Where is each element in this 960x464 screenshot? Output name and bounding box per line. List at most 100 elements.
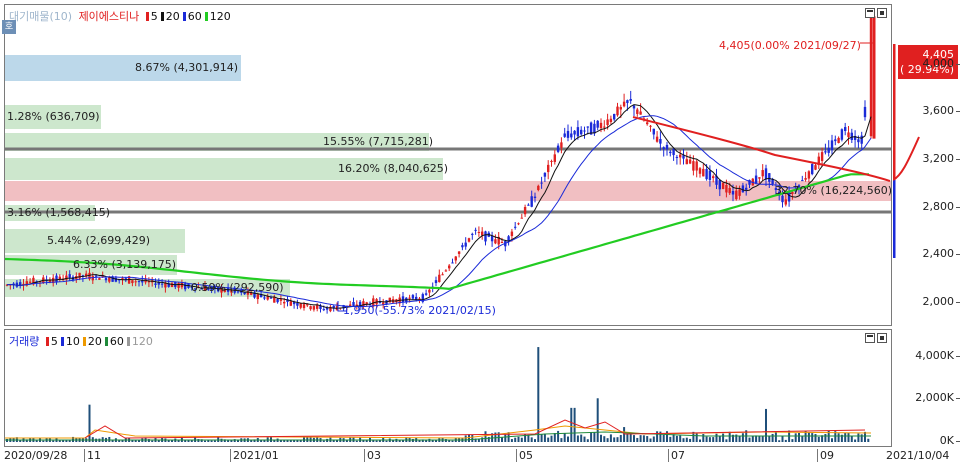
- close-icon[interactable]: [877, 333, 887, 343]
- volume-bar: [65, 440, 68, 442]
- volume-bar: [530, 437, 533, 442]
- volume-bar: [527, 434, 530, 442]
- candle-body: [636, 109, 639, 114]
- maximize-icon[interactable]: [865, 333, 875, 343]
- ma-label-20: 20: [165, 10, 180, 23]
- stock-name: 제이에스티나: [78, 10, 140, 23]
- volume-bar: [411, 439, 414, 442]
- candle-body: [712, 176, 715, 179]
- volume-bar: [603, 436, 606, 442]
- volume-bar: [481, 437, 484, 442]
- candle-body: [68, 274, 71, 278]
- candle-body: [302, 304, 306, 309]
- candle-body: [481, 231, 484, 236]
- candle-body: [857, 139, 860, 143]
- date-tick: 2021/01: [230, 449, 279, 462]
- price-axis-markers: [893, 44, 920, 258]
- volume-bar: [712, 437, 715, 442]
- candle-body: [556, 145, 560, 152]
- volume-legend: 거래량 5 10 20 60 120: [9, 333, 159, 349]
- candle-body: [566, 130, 570, 138]
- volume-bar: [768, 435, 771, 442]
- volume-bar: [646, 436, 649, 442]
- candle-body: [659, 139, 662, 144]
- candle-body: [735, 190, 738, 200]
- candle-body: [520, 217, 523, 219]
- volume-bar: [553, 433, 556, 442]
- volume-bar: [791, 439, 794, 442]
- volume-bar: [517, 436, 520, 442]
- candle-body: [510, 231, 514, 237]
- candle-body: [807, 171, 811, 179]
- price-axis: 4,405 ( 29.94%) 4,000 3,600 3,200 2,800 2,40…: [893, 4, 960, 326]
- candle-body: [850, 132, 853, 140]
- candle-body: [626, 100, 629, 104]
- volume-bar: [741, 433, 744, 442]
- maximize-icon[interactable]: [865, 8, 875, 18]
- volume-bar: [547, 437, 550, 442]
- volume-bar: [501, 437, 503, 442]
- candle-body: [322, 309, 325, 311]
- candle-body: [619, 107, 622, 110]
- candle-body: [570, 133, 573, 138]
- volume-bar: [217, 436, 220, 442]
- volume-bar: [504, 434, 507, 442]
- volume-bar: [510, 439, 513, 442]
- candle-body: [731, 191, 735, 195]
- vol-ma5-line: [84, 419, 866, 439]
- candle-body: [537, 185, 540, 191]
- date-tick: 2020/09/28: [4, 449, 68, 462]
- volume-bar: [857, 433, 860, 442]
- candle-body: [662, 147, 665, 150]
- volume-chart-pane[interactable]: 거래량 5 10 20 60 120: [4, 329, 892, 447]
- volume-axis: 4,000K 2,000K 0K: [893, 329, 960, 447]
- volume-bar: [355, 440, 358, 442]
- volume-bar: [283, 440, 286, 442]
- candle-body: [434, 280, 438, 284]
- candle-body: [632, 105, 636, 109]
- volume-bar: [639, 435, 642, 442]
- volume-pane-window-controls: [863, 333, 887, 346]
- candle-body: [471, 233, 474, 235]
- candle-body: [256, 294, 259, 300]
- date-tick: 03: [364, 449, 381, 462]
- candle-body: [705, 168, 708, 180]
- ma-swatch-5: [145, 12, 149, 21]
- candle-body: [263, 297, 266, 299]
- ma-label-120: 120: [209, 10, 231, 23]
- candle-body: [629, 98, 632, 101]
- volume-bar: [774, 432, 777, 442]
- volume-bar: [758, 436, 761, 442]
- candle-body: [312, 306, 316, 310]
- ma-legend: 5 20 60 120: [145, 10, 234, 23]
- candle-body: [754, 175, 758, 183]
- volume-bar: [309, 436, 312, 442]
- vol-ma-label-10: 10: [65, 335, 80, 348]
- volume-bar: [781, 436, 784, 442]
- candle-body: [325, 308, 329, 310]
- volume-bar: [613, 437, 616, 442]
- candle-body: [596, 120, 599, 128]
- volume-indicator-label: 거래량: [9, 335, 40, 348]
- vol-ma-label-5: 5: [50, 335, 58, 348]
- volume-bar: [718, 435, 721, 442]
- volume-bar: [847, 432, 850, 442]
- volume-bar: [679, 435, 682, 442]
- volume-bar: [824, 434, 827, 442]
- candle-body: [276, 298, 279, 303]
- supply-indicator-label: 대기매물(10): [9, 10, 73, 23]
- volume-bar: [58, 440, 61, 442]
- candle-body: [639, 111, 642, 115]
- vol-ma-swatch-20: [82, 337, 86, 346]
- volume-bars: [6, 347, 870, 442]
- candle-body: [576, 127, 580, 137]
- volume-bar: [108, 436, 111, 442]
- candle-body: [560, 142, 563, 148]
- close-icon[interactable]: [877, 8, 887, 18]
- vol-ma-swatch-60: [104, 337, 108, 346]
- volume-bar: [573, 407, 576, 442]
- volume-bar: [263, 440, 266, 442]
- layout-toggle-button[interactable]: 호: [2, 20, 16, 34]
- date-tick: 2021/10/04: [886, 449, 950, 462]
- price-chart-pane[interactable]: 대기매물(10) 제이에스티나 5 20 60 120 8.67% (4,301,91…: [4, 4, 892, 326]
